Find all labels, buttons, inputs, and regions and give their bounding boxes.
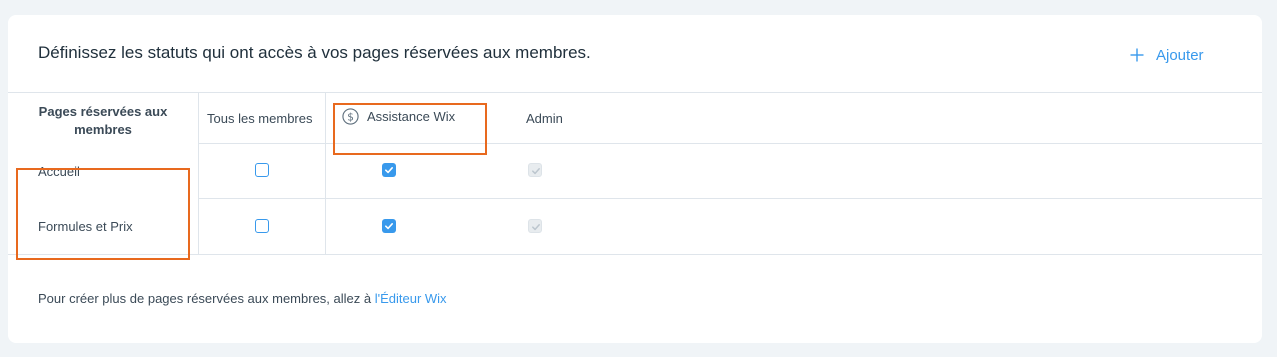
- footer-note: Pour créer plus de pages réservées aux m…: [38, 291, 447, 306]
- checkmark-icon: [384, 223, 393, 230]
- pages-column-header-line-1: Pages réservées aux: [38, 104, 168, 119]
- page-title: Définissez les statuts qui ont accès à v…: [38, 43, 591, 62]
- plus-icon: [1130, 48, 1144, 62]
- checkbox-home-admin: [528, 163, 542, 177]
- card-header: Définissez les statuts qui ont accès à v…: [8, 15, 1262, 92]
- checkbox-home-all-members[interactable]: [255, 163, 269, 177]
- checkbox-pricing-all-members[interactable]: [255, 219, 269, 233]
- checkbox-home-wix-support[interactable]: [382, 163, 396, 177]
- highlight-box-wix-support: [333, 103, 487, 155]
- row-divider: [198, 198, 1262, 199]
- footer-text: Pour créer plus de pages réservées aux m…: [38, 291, 375, 306]
- column-header-all-members: Tous les membres: [207, 111, 312, 126]
- editor-link[interactable]: l'Éditeur Wix: [375, 291, 447, 306]
- column-divider: [325, 93, 326, 254]
- permissions-table: Pages réservées aux membres Tous les mem…: [8, 92, 1262, 260]
- checkbox-pricing-admin: [528, 219, 542, 233]
- column-header-all-members-label: Tous les membres: [207, 111, 313, 126]
- column-header-admin: Admin: [526, 111, 563, 126]
- checkmark-icon: [384, 167, 393, 174]
- checkmark-icon: [532, 168, 540, 175]
- highlight-box-pages: [16, 168, 190, 260]
- permissions-card: Définissez les statuts qui ont accès à v…: [8, 15, 1262, 343]
- pages-column-header: Pages réservées aux membres: [8, 103, 198, 139]
- checkbox-pricing-wix-support[interactable]: [382, 219, 396, 233]
- pages-column-header-line-2: membres: [74, 122, 132, 137]
- add-button[interactable]: Ajouter: [1130, 45, 1204, 65]
- checkmark-icon: [532, 224, 540, 231]
- add-button-label: Ajouter: [1156, 46, 1204, 64]
- column-header-admin-label: Admin: [526, 111, 563, 126]
